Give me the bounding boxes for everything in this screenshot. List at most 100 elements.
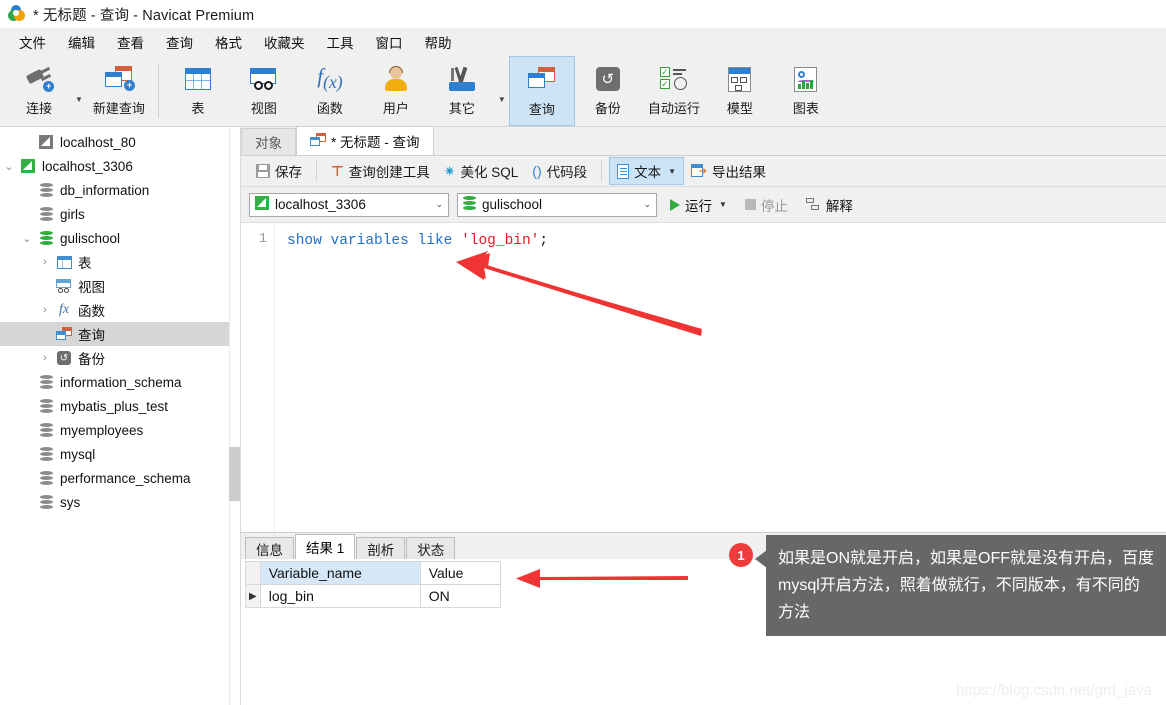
sql-token-keyword: variables <box>330 233 409 249</box>
tab-profile[interactable]: 剖析 <box>356 537 406 559</box>
database-icon <box>36 447 56 461</box>
chevron-down-icon[interactable]: ⌄ <box>637 199 651 210</box>
cell-variable-name[interactable]: log_bin <box>259 584 421 608</box>
table-row[interactable]: ▶ log_bin ON <box>245 584 501 608</box>
ribbon-automation-button[interactable]: ✓ ✓ 自动运行 <box>641 56 707 126</box>
database-icon <box>36 495 56 509</box>
run-dropdown-caret-icon[interactable]: ▼ <box>717 200 727 209</box>
menu-tools[interactable]: 工具 <box>316 29 365 55</box>
sql-editor[interactable]: 1 show variables like 'log_bin'; <box>241 223 1166 532</box>
column-header-value[interactable]: Value <box>419 561 501 585</box>
save-button[interactable]: 保存 <box>249 158 309 184</box>
sidebar-item-functions[interactable]: › fx 函数 <box>0 298 240 322</box>
tab-result-1[interactable]: 结果 1 <box>295 534 356 559</box>
sql-token-semicolon: ; <box>539 233 549 249</box>
navicat-logo-icon <box>8 5 26 23</box>
twisty-expanded-icon[interactable]: ⌄ <box>18 232 36 245</box>
plug-plus-icon: + <box>24 62 54 96</box>
sidebar-item-views[interactable]: 视图 <box>0 274 240 298</box>
sql-token-keyword: show <box>287 233 322 249</box>
ribbon-function-button[interactable]: f(x) 函数 <box>297 56 363 126</box>
connection-select[interactable]: localhost_3306 ⌄ <box>249 192 449 217</box>
sidebar-item-backups[interactable]: › ↺ 备份 <box>0 346 240 370</box>
text-mode-caret-icon[interactable]: ▼ <box>666 167 676 176</box>
menu-file[interactable]: 文件 <box>8 29 57 55</box>
save-label: 保存 <box>275 165 302 180</box>
ribbon-view-label: 视图 <box>250 101 277 116</box>
connection-icon-green <box>18 159 38 173</box>
ribbon-view-button[interactable]: 视图 <box>231 56 297 126</box>
sidebar-item-tables[interactable]: › 表 <box>0 250 240 274</box>
ribbon-query-button[interactable]: 查询 <box>508 56 575 126</box>
ribbon-new-query-button[interactable]: + 新建查询 <box>86 56 152 126</box>
chevron-down-icon[interactable]: ⌄ <box>429 199 443 210</box>
sidebar-item-localhost-80[interactable]: localhost_80 <box>0 130 240 154</box>
query-builder-button[interactable]: ⊤ 查询创建工具 <box>324 158 437 184</box>
sidebar-label: db_information <box>60 182 150 198</box>
menu-edit[interactable]: 编辑 <box>57 29 106 55</box>
sidebar-item-performance-schema[interactable]: performance_schema <box>0 466 240 490</box>
ribbon-table-button[interactable]: 表 <box>165 56 231 126</box>
ribbon-backup-button[interactable]: ↺ 备份 <box>575 56 641 126</box>
save-icon <box>256 164 270 178</box>
sql-code-area[interactable]: show variables like 'log_bin'; <box>275 223 1166 532</box>
explain-label: 解释 <box>825 198 853 214</box>
ribbon-connect-button[interactable]: + 连接 <box>6 56 72 126</box>
ribbon-other-button[interactable]: 其它 <box>429 56 495 126</box>
snippets-button[interactable]: () 代码段 <box>525 158 594 184</box>
sidebar-label: 表 <box>78 256 92 271</box>
new-query-icon: + <box>104 62 135 96</box>
explain-button[interactable]: 解释 <box>801 192 858 218</box>
menu-favorites[interactable]: 收藏夹 <box>253 29 316 55</box>
sidebar-item-myemployees[interactable]: myemployees <box>0 418 240 442</box>
beautify-sql-button[interactable]: ✷ 美化 SQL <box>437 158 526 184</box>
table-header-row: Variable_name Value <box>245 561 501 585</box>
tab-untitled-query[interactable]: * 无标题 - 查询 <box>296 126 434 155</box>
sidebar-item-mysql[interactable]: mysql <box>0 442 240 466</box>
tab-info[interactable]: 信息 <box>245 537 294 559</box>
twisty-collapsed-icon[interactable]: › <box>36 352 54 364</box>
sidebar-item-information-schema[interactable]: information_schema <box>0 370 240 394</box>
backup-icon: ↺ <box>595 62 620 96</box>
sidebar-item-gulischool[interactable]: ⌄ gulischool <box>0 226 240 250</box>
other-tools-icon <box>448 62 476 96</box>
tab-status-label: 状态 <box>417 542 445 558</box>
sidebar-item-queries[interactable]: 查询 <box>0 322 240 346</box>
ribbon-user-button[interactable]: 用户 <box>363 56 429 126</box>
twisty-expanded-icon[interactable]: ⌄ <box>0 160 18 173</box>
sidebar-scrollbar[interactable] <box>229 127 240 705</box>
menu-window[interactable]: 窗口 <box>365 29 414 55</box>
tab-status[interactable]: 状态 <box>406 537 456 559</box>
sidebar-scrollbar-thumb[interactable] <box>229 447 240 501</box>
ribbon-model-button[interactable]: 模型 <box>707 56 773 126</box>
sidebar-item-girls[interactable]: girls <box>0 202 240 226</box>
user-icon <box>384 62 408 96</box>
menu-view[interactable]: 查看 <box>106 29 155 55</box>
menu-help[interactable]: 帮助 <box>414 29 463 55</box>
other-dropdown-caret-icon[interactable]: ▼ <box>495 95 509 104</box>
twisty-collapsed-icon[interactable]: › <box>36 256 54 268</box>
run-button[interactable]: 运行 ▼ <box>665 192 732 218</box>
function-fx-icon: f(x) <box>317 64 343 93</box>
sidebar-item-localhost-3306[interactable]: ⌄ localhost_3306 <box>0 154 240 178</box>
sidebar-item-sys[interactable]: sys <box>0 490 240 514</box>
tab-objects[interactable]: 对象 <box>241 128 296 155</box>
menu-format[interactable]: 格式 <box>204 29 253 55</box>
database-select[interactable]: gulischool ⌄ <box>457 192 657 217</box>
sidebar-item-db-information[interactable]: db_information <box>0 178 240 202</box>
tab-result-1-label: 结果 1 <box>306 541 345 556</box>
twisty-collapsed-icon[interactable]: › <box>36 304 54 316</box>
column-header-variable-name[interactable]: Variable_name <box>259 561 421 585</box>
menu-query[interactable]: 查询 <box>155 29 204 55</box>
export-result-label: 导出结果 <box>712 165 767 180</box>
export-result-button[interactable]: ➜ 导出结果 <box>684 158 773 184</box>
cell-value[interactable]: ON <box>419 584 501 608</box>
sidebar-label: girls <box>60 206 85 222</box>
ribbon-chart-button[interactable]: 图表 <box>773 56 839 126</box>
sidebar-item-mybatis-plus-test[interactable]: mybatis_plus_test <box>0 394 240 418</box>
object-tree-sidebar: localhost_80 ⌄ localhost_3306 db_informa… <box>0 127 240 705</box>
results-grid: Variable_name Value ▶ log_bin ON <box>245 561 501 608</box>
connect-dropdown-caret-icon[interactable]: ▼ <box>72 95 86 104</box>
text-mode-button[interactable]: 文本 ▼ <box>609 157 685 185</box>
view-small-icon <box>54 279 74 293</box>
